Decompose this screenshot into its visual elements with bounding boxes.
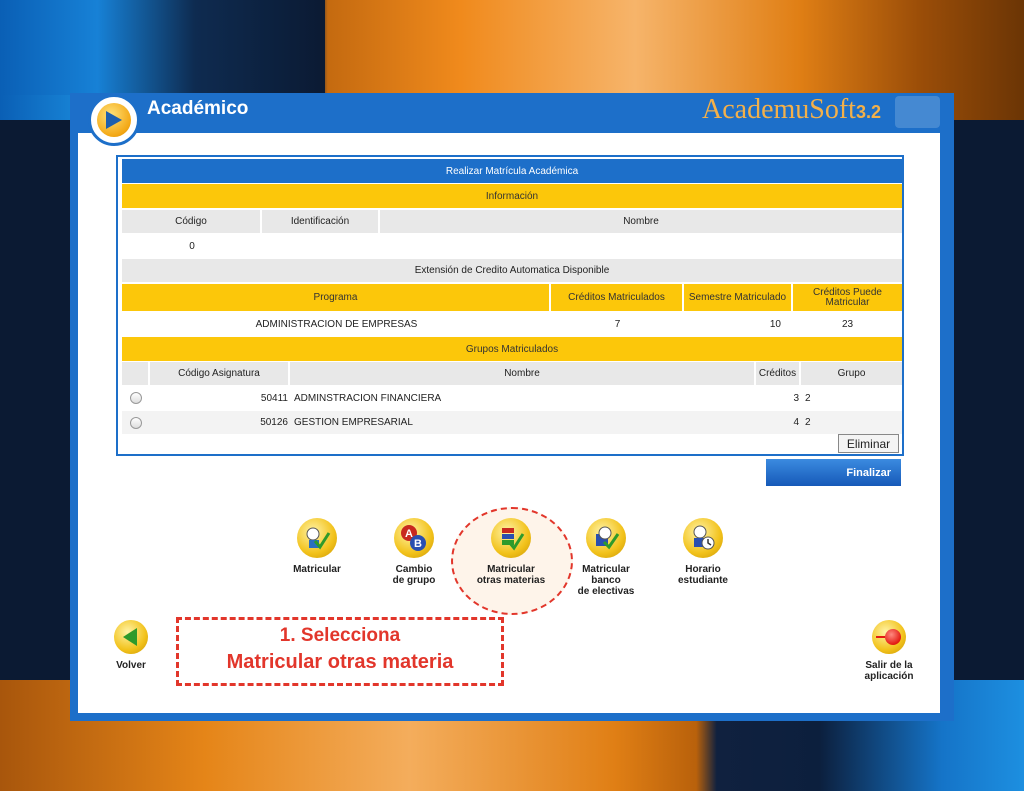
value-semestre: 10 [769, 318, 781, 330]
exit-icon [872, 620, 906, 654]
enroll-other-label-1: Matricular [487, 564, 535, 575]
change-group-button[interactable]: AB Cambio de grupo [379, 518, 449, 586]
info-header-row: Información [122, 184, 902, 208]
student-schedule-button[interactable]: Horario estudiante [668, 518, 738, 586]
group-nombre: ADMINSTRACION FINANCIERA [294, 392, 442, 404]
panel-title-row: Realizar Matrícula Académica [122, 159, 902, 183]
back-button[interactable]: Volver [108, 620, 154, 671]
groups-header-row: Grupos Matriculados [122, 337, 902, 361]
value-codigo: 0 [189, 240, 195, 252]
group-grupo: 2 [805, 392, 811, 404]
exit-label-1: Salir de la [865, 660, 913, 671]
brand-building-icon [895, 96, 940, 128]
col-codigo-asignatura: Código Asignatura [150, 362, 290, 385]
groups-header: Grupos Matriculados [465, 343, 559, 355]
group-codigo: 50411 [260, 392, 288, 404]
enroll-button[interactable]: Matricular [282, 518, 352, 575]
credit-extension-row: Extensión de Credito Automatica Disponib… [122, 259, 902, 282]
electives-label-3: de electivas [577, 586, 635, 597]
student-schedule-icon [683, 518, 723, 558]
delete-button[interactable]: Eliminar [838, 434, 899, 453]
schedule-label-1: Horario [685, 564, 721, 575]
exit-button[interactable]: Salir de la aplicación [856, 620, 922, 682]
col-semestre-matriculado: Semestre Matriculado [684, 284, 793, 311]
col-creditos-puede: Créditos Puede Matricular [813, 286, 882, 308]
module-logo-icon [88, 94, 140, 146]
change-group-label-1: Cambio [395, 564, 433, 575]
groups-columns-row: Código Asignatura Nombre Créditos Grupo [122, 362, 902, 385]
table-row: 50411 ADMINSTRACION FINANCIERA 3 2 [122, 386, 902, 410]
col-nombre: Nombre [623, 216, 659, 227]
info-columns-row: Código Identificación Nombre [122, 210, 902, 233]
svg-text:B: B [414, 538, 422, 550]
instruction-callout: 1. Selecciona Matricular otras materia [176, 617, 504, 686]
enroll-check-icon [297, 518, 337, 558]
group-select-radio[interactable] [130, 392, 142, 404]
col-grupo: Grupo [837, 368, 866, 379]
exit-label-2: aplicación [864, 671, 914, 682]
col-select [122, 362, 150, 385]
group-creditos: 3 [793, 392, 799, 404]
module-title: Académico [147, 98, 249, 119]
electives-bank-icon [586, 518, 626, 558]
value-creditos-puede: 23 [841, 318, 854, 330]
program-columns-row: Programa Créditos Matriculados Semestre … [122, 284, 902, 311]
schedule-label-2: estudiante [677, 575, 728, 586]
panel-title: Realizar Matrícula Académica [445, 165, 579, 177]
col-creditos-matriculados: Créditos Matriculados [551, 284, 684, 311]
col-nombre-asignatura: Nombre [290, 362, 756, 385]
group-radio-cell [122, 386, 150, 410]
electives-label-1: Matricular [582, 564, 630, 575]
brand-logo: AcademuSoft3.2 [702, 94, 881, 126]
enroll-other-label-2: otras materias [476, 575, 546, 586]
enroll-label: Matricular [293, 564, 341, 575]
group-select-radio[interactable] [130, 416, 142, 429]
electives-bank-button[interactable]: Matricular banco de electivas [570, 518, 642, 597]
brand-name: AcademuSoft [702, 94, 856, 125]
col-identificacion: Identificación [262, 210, 380, 233]
enroll-other-subjects-button[interactable]: Matricular otras materias [470, 518, 552, 586]
back-label: Volver [116, 660, 146, 671]
credit-extension-label: Extensión de Credito Automatica Disponib… [414, 265, 610, 276]
col-codigo: Código [122, 210, 262, 233]
value-identificacion [262, 234, 380, 258]
group-grupo: 2 [805, 417, 811, 428]
program-row: ADMINISTRACION DE EMPRESAS 7 10 23 [122, 312, 902, 336]
group-codigo: 50126 [260, 417, 288, 428]
enroll-other-subjects-icon [491, 518, 531, 558]
table-row: 50126 GESTION EMPRESARIAL 4 2 [122, 411, 902, 434]
info-header: Información [485, 190, 539, 202]
callout-line-1: 1. Selecciona [279, 625, 401, 646]
group-nombre: GESTION EMPRESARIAL [294, 417, 413, 428]
col-programa: Programa [122, 284, 551, 311]
group-radio-cell [122, 411, 150, 434]
col-creditos: Créditos [756, 362, 801, 385]
enrollment-panel: Realizar Matrícula Académica Información… [116, 155, 904, 456]
callout-line-2: Matricular otras materia [226, 651, 454, 673]
background-top-left [0, 0, 325, 95]
value-programa: ADMINISTRACION DE EMPRESAS [255, 318, 418, 330]
finish-button[interactable]: Finalizar [766, 459, 901, 486]
change-group-ab-icon: AB [394, 518, 434, 558]
change-group-label-2: de grupo [392, 575, 436, 586]
info-values-row: 0 [122, 234, 902, 258]
group-creditos: 4 [793, 417, 799, 428]
electives-label-2: banco [591, 575, 621, 586]
value-nombre [380, 234, 902, 258]
value-creditos-matriculados: 7 [614, 318, 621, 330]
brand-version: 3.2 [855, 102, 881, 122]
back-arrow-icon [114, 620, 148, 654]
